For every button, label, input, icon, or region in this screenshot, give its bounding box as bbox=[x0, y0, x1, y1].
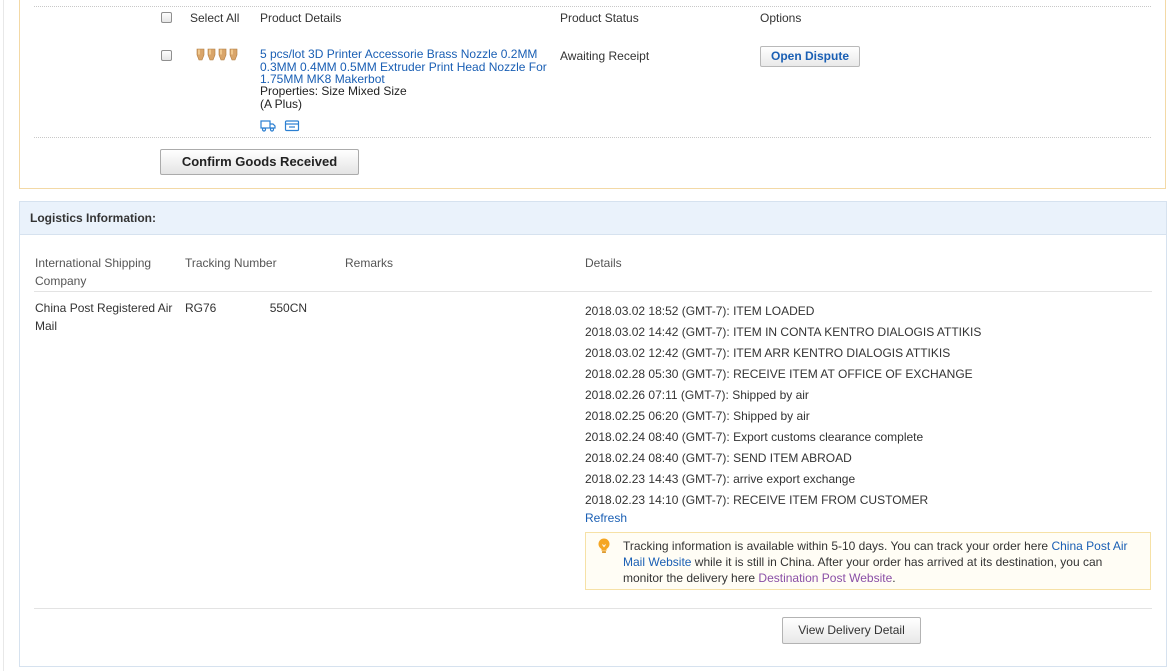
product-status: Awaiting Receipt bbox=[560, 49, 650, 63]
select-all-checkbox[interactable] bbox=[161, 12, 172, 23]
tracking-event: 2018.03.02 12:42 (GMT-7): ITEM ARR KENTR… bbox=[585, 346, 951, 360]
product-checkbox[interactable] bbox=[161, 50, 172, 61]
refresh-link[interactable]: Refresh bbox=[585, 511, 627, 525]
logistics-header-divider bbox=[34, 291, 1152, 292]
header-remarks: Remarks bbox=[345, 256, 394, 270]
confirm-goods-received-button[interactable]: Confirm Goods Received bbox=[160, 149, 359, 175]
logistics-title: Logistics Information: bbox=[30, 211, 156, 225]
destination-post-website-link[interactable]: Destination Post Website bbox=[758, 571, 892, 585]
header-options: Options bbox=[760, 11, 802, 25]
notice-text-part1: Tracking information is available within… bbox=[623, 539, 1052, 553]
product-thumbnail-nozzles[interactable] bbox=[195, 46, 241, 62]
header-product-details: Product Details bbox=[260, 11, 342, 25]
tracking-event: 2018.02.25 06:20 (GMT-7): Shipped by air bbox=[585, 409, 810, 423]
tracking-event: 2018.02.24 08:40 (GMT-7): SEND ITEM ABRO… bbox=[585, 451, 852, 465]
tracking-event: 2018.02.23 14:43 (GMT-7): arrive export … bbox=[585, 472, 856, 486]
tracking-event: 2018.03.02 14:42 (GMT-7): ITEM IN CONTA … bbox=[585, 325, 982, 339]
shipping-company-value: China Post Registered Air Mail bbox=[35, 301, 173, 333]
page-left-border bbox=[3, 0, 4, 671]
product-variant-text: (A Plus) bbox=[260, 96, 303, 111]
product-title-link[interactable]: 5 pcs/lot 3D Printer Accessorie Brass No… bbox=[260, 48, 555, 86]
tracking-event: 2018.02.28 05:30 (GMT-7): RECEIVE ITEM A… bbox=[585, 367, 973, 381]
tracking-notice: Tracking information is available within… bbox=[585, 532, 1151, 590]
tracking-event: 2018.02.26 07:11 (GMT-7): Shipped by air bbox=[585, 388, 809, 402]
tracking-event: 2018.03.02 18:52 (GMT-7): ITEM LOADED bbox=[585, 304, 815, 318]
logistics-panel: Logistics Information: International Shi… bbox=[19, 201, 1167, 667]
lightbulb-icon bbox=[598, 538, 610, 553]
header-details: Details bbox=[585, 256, 622, 270]
tracking-events-list: 2018.03.02 18:52 (GMT-7): ITEM LOADED 20… bbox=[585, 301, 1105, 511]
notice-text-part3: . bbox=[892, 571, 896, 585]
open-dispute-button[interactable]: Open Dispute bbox=[760, 46, 860, 67]
view-delivery-detail-button[interactable]: View Delivery Detail bbox=[782, 617, 921, 644]
divider-top bbox=[34, 6, 1151, 7]
select-all-label: Select All bbox=[190, 11, 240, 25]
header-shipping-company: International Shipping Company bbox=[35, 256, 152, 288]
snapshot-icon[interactable] bbox=[284, 119, 300, 132]
tracking-event: 2018.02.24 08:40 (GMT-7): Export customs… bbox=[585, 430, 924, 444]
logistics-footer-divider bbox=[34, 608, 1152, 609]
header-tracking-number: Tracking Number bbox=[185, 256, 277, 270]
notice-text: Tracking information is available within… bbox=[623, 538, 1138, 586]
truck-icon[interactable] bbox=[260, 119, 276, 132]
logistics-title-bar: Logistics Information: bbox=[20, 202, 1166, 235]
order-products-panel: Select All Product Details Product Statu… bbox=[19, 0, 1166, 189]
tracking-number-value: RG76 550CN bbox=[185, 301, 308, 315]
header-product-status: Product Status bbox=[560, 11, 639, 25]
divider-bottom bbox=[34, 137, 1151, 138]
tracking-event: 2018.02.23 14:10 (GMT-7): RECEIVE ITEM F… bbox=[585, 493, 929, 507]
product-properties: Properties: Size Mixed Size (A Plus) bbox=[260, 85, 460, 110]
product-properties-text: Properties: Size Mixed Size bbox=[260, 84, 407, 98]
